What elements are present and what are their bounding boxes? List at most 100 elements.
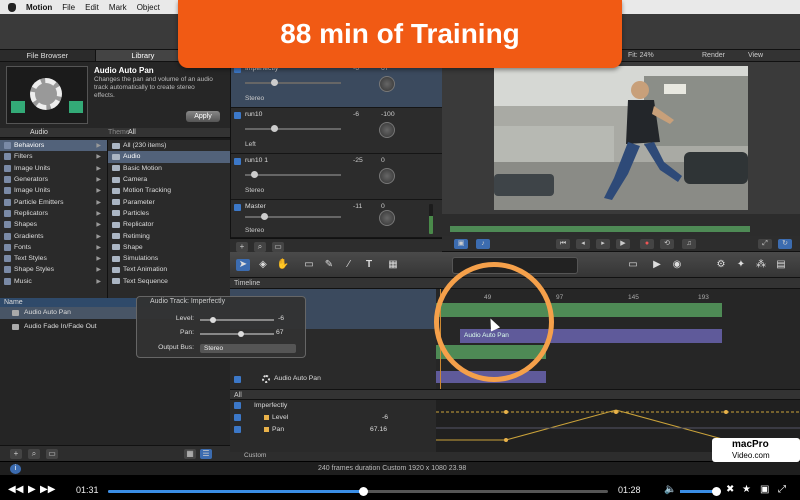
category-path[interactable]: Audio [30,129,48,136]
cycle-icon[interactable]: ↻ [778,239,792,249]
audio-toggle-icon[interactable]: ♪ [476,239,490,249]
apply-button[interactable]: Apply [186,111,220,122]
menu-mark[interactable]: Mark [109,3,127,12]
apple-icon[interactable] [8,2,16,12]
track-enable-checkbox[interactable] [234,204,241,211]
category-item[interactable]: Image Units ▶ [0,185,107,196]
volume-icon[interactable]: 🔈 [664,484,676,495]
filters-menu-icon[interactable]: ✦ [734,259,748,271]
video-camera-icon[interactable]: ▶ [650,259,664,271]
hud-toggle-icon[interactable]: ▤ [774,259,788,271]
track-level-knob[interactable] [261,213,268,220]
pan-tool-icon[interactable]: ✋ [276,259,290,271]
menu-object[interactable]: Object [137,3,160,12]
step-back-icon[interactable]: ◂ [576,239,590,249]
menu-edit[interactable]: Edit [85,3,99,12]
subcategory-item[interactable]: Text Animation [108,264,230,275]
behaviors-menu-icon[interactable]: ⚙ [714,259,728,271]
subcategory-item[interactable]: Audio [108,151,230,163]
hud-level-value[interactable]: -6 [278,315,284,322]
track-level-slider[interactable] [245,174,341,176]
subcategory-item[interactable]: Retiming [108,230,230,241]
layer-enable-checkbox[interactable] [234,376,241,383]
category-item[interactable]: Shapes ▶ [0,219,107,230]
hud-level-knob[interactable] [210,317,216,323]
track-output[interactable]: Stereo [245,187,264,194]
pan-dial[interactable] [379,168,395,184]
param-value[interactable]: -6 [382,414,388,421]
param-enable-checkbox[interactable] [234,426,241,433]
mixer-track[interactable]: run10 1 -25 0 Stereo [231,154,443,200]
hud-pan-slider[interactable] [200,333,274,335]
pan-dial[interactable] [379,122,395,138]
mixer-track[interactable]: run10 -6 -100 Left [231,108,443,154]
anchor-tool-icon[interactable]: ◈ [256,259,270,271]
category-item[interactable]: Particle Emitters ▶ [0,196,107,207]
menu-app-name[interactable]: Motion [26,3,52,12]
subcategory-item[interactable]: Basic Motion [108,163,230,174]
category-item[interactable]: Gradients ▶ [0,230,107,241]
info-icon[interactable]: i [10,464,21,474]
subcategory-item[interactable]: Particles [108,208,230,219]
subcategory-item[interactable]: Simulations [108,253,230,264]
replicate-icon[interactable]: ⁂ [754,259,768,271]
search-icon[interactable]: ⌕ [28,449,40,459]
snapshot-icon[interactable]: ◉ [670,259,684,271]
timeline-layer-label[interactable]: Audio Auto Pan [274,375,321,382]
category-item[interactable]: Image Units ▶ [0,163,107,174]
go-to-start-icon[interactable]: ⏮ [556,239,570,249]
paint-tool-icon[interactable]: ⁄ [342,259,356,271]
mixer-track[interactable]: Imperfectly -6 67 Stereo [231,62,443,108]
track-level[interactable]: -25 [353,157,363,164]
keyframe-track-name[interactable]: Imperfectly [254,402,287,409]
text-tool-icon[interactable]: T [362,259,376,271]
track-pan[interactable]: 0 [381,157,385,164]
track-output[interactable]: Left [245,141,256,148]
subcategory-item[interactable]: All (230 items) [108,140,230,151]
subcategory-item[interactable]: Text Sequence [108,276,230,287]
folder-action-icon[interactable]: ▭ [272,242,284,252]
rectangle-tool-icon[interactable]: ▭ [302,259,316,271]
track-pan[interactable]: 0 [381,203,385,210]
track-level-slider[interactable] [245,216,341,218]
category-item[interactable]: Behaviors ▶ [0,140,107,152]
fast-forward-icon[interactable]: ▶▶ [40,484,55,495]
track-enable-checkbox[interactable] [234,112,241,119]
track-level-knob[interactable] [251,171,258,178]
track-output[interactable]: Stereo [245,95,264,102]
list-view-icon[interactable]: ☰ [200,449,212,459]
param-enable-checkbox[interactable] [234,414,241,421]
hud-pan-knob[interactable] [238,331,244,337]
category-item[interactable]: Music ▶ [0,276,107,287]
subcategory-item[interactable]: Shape [108,242,230,253]
zoom-level[interactable]: Fit: 24% [628,52,654,59]
loop-icon[interactable]: ⟲ [660,239,674,249]
mixer-track[interactable]: Master -11 0 Stereo [231,200,443,238]
camera-icon[interactable]: ▭ [626,259,640,271]
step-forward-icon[interactable]: ▸ [596,239,610,249]
play-icon[interactable]: ▶ [28,484,36,495]
menu-file[interactable]: File [62,3,75,12]
grid-view-icon[interactable]: ▦ [184,449,196,459]
volume-knob[interactable] [712,487,721,496]
track-level[interactable]: -11 [353,203,362,210]
track-enable-checkbox[interactable] [234,158,241,165]
record-icon[interactable]: ● [640,239,654,249]
pan-dial[interactable] [379,210,395,226]
subcategory-item[interactable]: Replicator [108,219,230,230]
track-pan[interactable]: -100 [381,111,395,118]
play-icon[interactable]: ▶ [616,239,630,249]
curve-type-select[interactable]: Custom [244,452,266,459]
hud-output-select[interactable]: Stereo [200,344,296,353]
hud-pan-value[interactable]: 67 [276,329,284,336]
subcategory-item[interactable]: Parameter [108,196,230,207]
track-level-slider[interactable] [245,82,341,84]
view-toggle-icon[interactable]: ▣ [454,239,468,249]
category-item[interactable]: Replicators ▶ [0,208,107,219]
tab-library[interactable]: Library [95,50,192,61]
category-item[interactable]: Text Styles ▶ [0,253,107,264]
mute-icon[interactable]: ♫ [682,239,696,249]
track-level-knob[interactable] [271,79,278,86]
param-value[interactable]: 67.16 [370,426,387,433]
subcategory-item[interactable]: Motion Tracking [108,185,230,196]
